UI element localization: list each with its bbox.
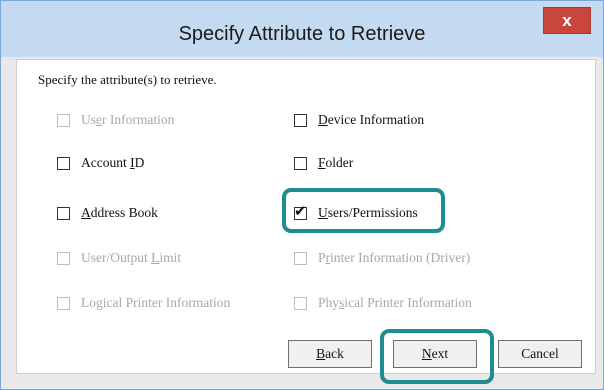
checkbox-label: User Information <box>81 112 175 127</box>
back-button[interactable]: Back <box>288 340 372 368</box>
highlight-next-button <box>380 329 494 384</box>
checkbox-box[interactable] <box>294 156 307 170</box>
checkbox-box <box>57 113 70 127</box>
checkbox-box <box>57 296 70 310</box>
checkbox-label: Logical Printer Information <box>81 295 231 310</box>
checkbox-folder[interactable]: Folder <box>294 154 353 172</box>
checkbox-label: Printer Information (Driver) <box>318 250 471 265</box>
checkbox-label: Device Information <box>318 112 425 127</box>
highlight-users-permissions <box>282 188 445 233</box>
dialog-window: Specify Attribute to Retrieve x Specify … <box>0 0 604 390</box>
checkbox-address-book[interactable]: Address Book <box>57 204 158 222</box>
checkbox-label: Physical Printer Information <box>318 295 472 310</box>
checkbox-box[interactable] <box>57 206 70 220</box>
checkbox-box <box>57 251 70 265</box>
checkbox-logical-printer-information: Logical Printer Information <box>57 294 230 312</box>
checkbox-label: Folder <box>318 155 354 170</box>
checkbox-printer-information-driver: Printer Information (Driver) <box>294 249 470 267</box>
close-button[interactable]: x <box>543 7 591 34</box>
checkbox-label: User/Output Limit <box>81 250 182 265</box>
checkbox-box[interactable] <box>57 156 70 170</box>
instruction-text: Specify the attribute(s) to retrieve. <box>38 72 217 87</box>
checkbox-label: Account ID <box>81 155 145 170</box>
checkbox-user-output-limit: User/Output Limit <box>57 249 181 267</box>
checkbox-label: Address Book <box>81 205 158 220</box>
checkbox-physical-printer-information: Physical Printer Information <box>294 294 472 312</box>
cancel-button[interactable]: Cancel <box>498 340 582 368</box>
checkbox-device-information[interactable]: Device Information <box>294 111 424 129</box>
title-bar[interactable]: Specify Attribute to Retrieve x <box>1 1 603 57</box>
checkbox-box[interactable] <box>294 113 307 127</box>
checkbox-box <box>294 251 307 265</box>
checkbox-user-information: User Information <box>57 111 174 129</box>
dialog-title: Specify Attribute to Retrieve <box>178 23 426 45</box>
checkbox-account-id[interactable]: Account ID <box>57 154 144 172</box>
checkbox-box <box>294 296 307 310</box>
